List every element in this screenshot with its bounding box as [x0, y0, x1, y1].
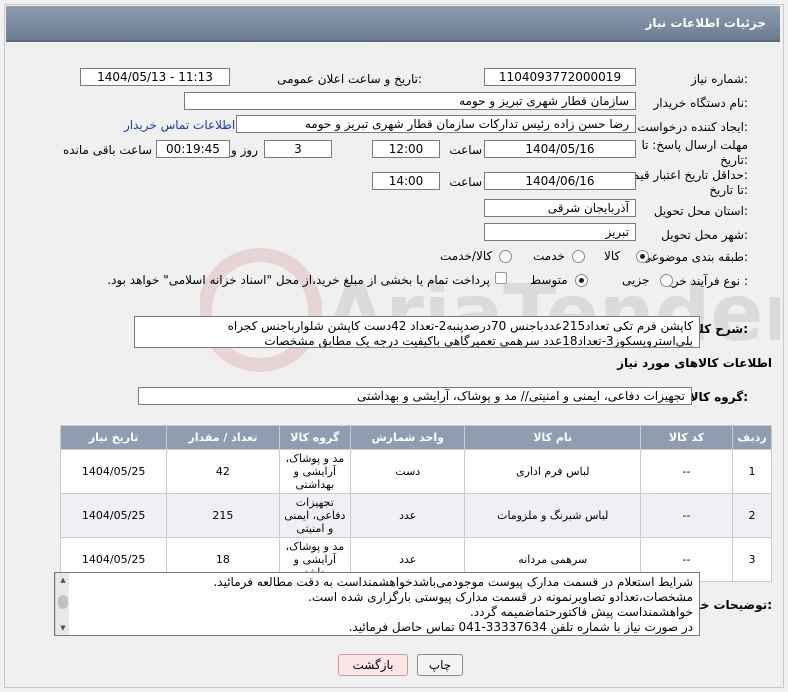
scroll-thumb[interactable] [58, 595, 68, 609]
cell-row: 3 [731, 537, 773, 582]
buyer-note-line: مشخصات،تعدادو تصاویرنمونه در قسمت مدارک … [308, 590, 693, 604]
cell-unit: دست [350, 449, 466, 494]
goods-table-header: ردیف کد کالا نام کالا واحد شمارش گروه کا… [59, 425, 773, 450]
cell-code: -- [640, 493, 733, 538]
deadline-date-field: 1404/05/16 [484, 140, 636, 158]
announce-field: 1404/05/13 - 11:13 [80, 68, 230, 86]
city-label: شهر محل تحویل: [661, 228, 748, 242]
col-name: نام کالا [464, 425, 642, 450]
table-row[interactable]: 2 -- لباس شبرنگ و ملزومات عدد تجهیزات دف… [59, 493, 773, 538]
col-date: تاریخ نیاز [59, 425, 168, 450]
process-radio-medium[interactable] [575, 274, 588, 287]
need-number-label: شماره نیاز: [690, 72, 748, 86]
province-field: آذربایجان شرقی [484, 199, 636, 217]
col-code: کد کالا [640, 425, 733, 450]
cell-row: 1 [731, 449, 773, 494]
cell-date: 1404/05/25 [59, 449, 168, 494]
buyer-note-line: شرایط استعلام در قسمت مدارک پیوست موجودم… [213, 575, 693, 589]
cell-group: مد و پوشاک، آرایشی و بهداشتی [278, 449, 352, 494]
back-button[interactable]: بازگشت [338, 654, 408, 676]
cell-name: لباس شبرنگ و ملزومات [464, 493, 642, 538]
validity-label-1: حداقل تاریخ اعتبار قیمت: [621, 168, 748, 182]
buyer-contact-link[interactable]: اطلاعات تماس خریدار [124, 118, 235, 132]
need-number-field: 1104093772000019 [484, 68, 636, 86]
province-label: استان محل تحویل: [653, 204, 748, 218]
buyer-note-line: در صورت نیاز با شماره تلفن 33337634-041 … [348, 620, 693, 634]
buyer-org-field: سازمان قطار شهری تبریز و حومه [184, 92, 636, 110]
deadline-time-label: ساعت [449, 143, 482, 157]
process-radio-minor[interactable] [660, 274, 673, 287]
cell-code: -- [640, 449, 733, 494]
category-option-goods-service: کالا/خدمت [440, 249, 493, 263]
requester-label: ایجاد کننده درخواست: [637, 120, 748, 134]
table-row[interactable]: 1 -- لباس فرم اداری دست مد و پوشاک، آرای… [59, 449, 773, 494]
city-field: تبریز [484, 223, 636, 241]
time-remaining-field: 00:19:45 [156, 140, 230, 158]
goods-group-label: گروه کالا: [689, 390, 748, 404]
process-option-medium: متوسط [530, 273, 568, 287]
cell-date: 1404/05/25 [59, 493, 168, 538]
goods-table: ردیف کد کالا نام کالا واحد شمارش گروه کا… [59, 425, 773, 582]
cell-row: 2 [731, 493, 773, 538]
category-radio-service[interactable] [572, 250, 585, 263]
scroll-down-icon[interactable]: ▼ [57, 622, 69, 634]
deadline-label-1: مهلت ارسال پاسخ: تا [641, 138, 748, 152]
treasury-payment-checkbox[interactable] [495, 272, 507, 284]
cell-qty: 42 [166, 449, 280, 494]
buyer-org-label: نام دستگاه خریدار: [653, 96, 749, 110]
col-qty: تعداد / مقدار [166, 425, 280, 450]
title-bar: جزئیات اطلاعات نیاز [6, 6, 780, 42]
validity-label-2: تا تاریخ: [709, 183, 748, 197]
description-line-2: پلی‌استرویسکوز3-تعداد18عدد سرهمی تعمیرگا… [264, 334, 693, 348]
days-label: روز و [231, 143, 258, 157]
description-textarea[interactable]: کاپشن فرم تکی تعداد215عددباجنس 70درصدپنب… [134, 316, 700, 348]
requester-field: رضا حسن زاده رئیس تدارکات سازمان قطار شه… [236, 115, 636, 133]
goods-group-field: تجهیزات دفاعی، ایمنی و امنیتی// مد و پوش… [138, 387, 692, 405]
category-radio-goods[interactable] [636, 250, 649, 263]
days-remaining-field: 3 [264, 140, 332, 158]
validity-time-field: 14:00 [372, 172, 440, 190]
col-unit: واحد شمارش [350, 425, 466, 450]
cell-qty: 215 [166, 493, 280, 538]
category-radio-goods-service[interactable] [499, 250, 512, 263]
col-group: گروه کالا [278, 425, 352, 450]
category-option-goods: کالا [604, 249, 621, 263]
process-label: نوع فرآیند خرید : [663, 274, 748, 288]
validity-date-field: 1404/06/16 [484, 172, 636, 190]
time-remaining-label: ساعت باقی مانده [62, 143, 152, 157]
buyer-notes-scrollbar[interactable]: ▲ ▼ [55, 573, 69, 635]
process-option-minor: جزیی [622, 273, 650, 287]
deadline-label-2: تاریخ: [720, 153, 748, 167]
cell-unit: عدد [350, 493, 466, 538]
goods-info-title: اطلاعات کالاهای مورد نیاز [617, 356, 772, 370]
treasury-payment-note: پرداخت تمام یا بخشی از مبلغ خرید،از محل … [107, 273, 490, 287]
buyer-notes-textarea[interactable]: شرایط استعلام در قسمت مدارک پیوست موجودم… [54, 572, 700, 636]
deadline-time-field: 12:00 [372, 140, 440, 158]
category-label: طبقه بندی موضوعی: [641, 250, 748, 264]
category-option-service: خدمت [533, 249, 565, 263]
print-button[interactable]: چاپ [417, 654, 463, 676]
announce-label: تاریخ و ساعت اعلان عمومی: [277, 72, 422, 86]
cell-group: تجهیزات دفاعی، ایمنی و امنیتی [278, 493, 352, 538]
buyer-note-line: خواهشمنداست پیش فاکتورحتماضمیمه گردد. [469, 605, 693, 619]
col-row: ردیف [731, 425, 773, 450]
validity-time-label: ساعت [449, 175, 482, 189]
page-title: جزئیات اطلاعات نیاز [645, 16, 766, 30]
scroll-up-icon[interactable]: ▲ [57, 574, 69, 586]
cell-name: لباس فرم اداری [464, 449, 642, 494]
description-line-1: کاپشن فرم تکی تعداد215عددباجنس 70درصدپنب… [227, 319, 693, 333]
